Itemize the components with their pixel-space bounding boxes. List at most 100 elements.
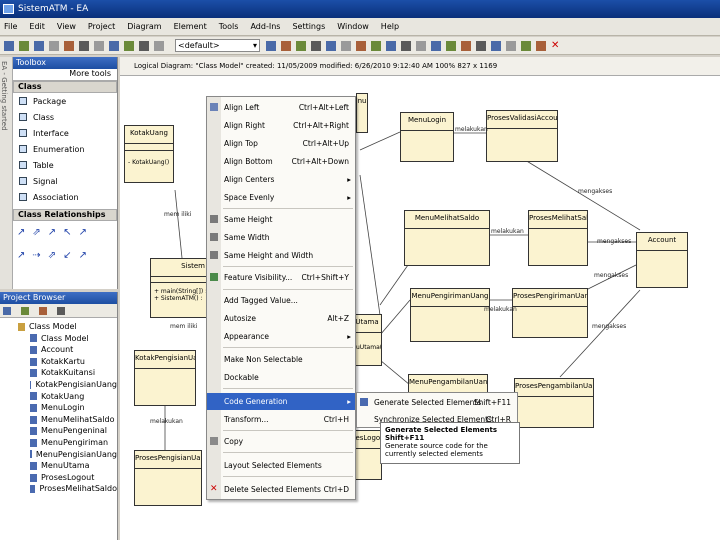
submenu-arrow-icon: ▸ (347, 175, 351, 184)
menu-item-align-right[interactable]: Align Right Ctrl+Alt+Right (207, 117, 355, 134)
delete-icon: ✕ (210, 484, 218, 494)
menu-separator (223, 289, 353, 290)
menu-item-dockable[interactable]: Dockable (207, 369, 355, 386)
menu-label: Same Height (224, 215, 273, 224)
same-height-icon (210, 215, 218, 223)
align-left-icon (210, 103, 218, 111)
class-name: ProsesValidasiAccount (487, 114, 557, 122)
class-proses-validasi-account[interactable]: ProsesValidasiAccount (486, 110, 558, 162)
menu-label: Make Non Selectable (224, 355, 303, 364)
menu-item-transform[interactable]: Transform... Ctrl+H (207, 411, 355, 428)
menu-label: Align Left (224, 103, 260, 112)
menu-item-align-bottom[interactable]: Align Bottom Ctrl+Alt+Down (207, 153, 355, 170)
menu-item-align-left[interactable]: Align Left Ctrl+Alt+Left (207, 99, 355, 116)
tooltip-text: Generate source code for the currently s… (385, 442, 488, 458)
menu-item-make-non-selectable[interactable]: Make Non Selectable (207, 351, 355, 368)
class-operation: + main(String[]) : (154, 288, 207, 295)
class-divider (637, 250, 687, 251)
class-name: Sistem (181, 262, 205, 270)
menu-item-align-centers[interactable]: Align Centers ▸ (207, 171, 355, 188)
tooltip-title-row: Generate Selected Elements Shift+F11 (385, 426, 515, 442)
class-proses-pengambilan-uang[interactable]: ProsesPengambilanUang (514, 378, 594, 428)
class-name: ProsesPengambilanUang (515, 382, 593, 390)
class-divider (513, 306, 587, 307)
class-sistem[interactable]: Sistem + main(String[]) : + SistemATM() … (150, 258, 208, 318)
class-name: MenuPengirimanUang (411, 292, 489, 300)
menu-item-copy[interactable]: Copy (207, 433, 355, 450)
menu-label: Space Evenly (224, 193, 275, 202)
menu-item-align-top[interactable]: Align Top Ctrl+Alt+Up (207, 135, 355, 152)
menu-shortcut: Ctrl+H (323, 415, 349, 424)
menu-item-same-height[interactable]: Same Height (207, 211, 355, 228)
class-kotak-uang[interactable]: KotakUang - KotakUang() (124, 125, 174, 183)
class-account[interactable]: Account (636, 232, 688, 288)
class-menu-utama[interactable]: Utama uUtama() (352, 314, 382, 366)
class-operation: - KotakUang() (128, 159, 170, 166)
submenu-arrow-icon: ▸ (347, 332, 351, 341)
menu-item-delete-selected[interactable]: ✕ Delete Selected Elements Ctrl+D (207, 481, 355, 498)
connector-label: mengakses (578, 188, 613, 195)
menu-label: Delete Selected Elements (224, 485, 321, 494)
menu-shortcut: Ctrl+Alt+Left (298, 103, 349, 112)
class-name: ProsesPengirimanUang (513, 292, 587, 300)
menu-item-space-evenly[interactable]: Space Evenly ▸ (207, 189, 355, 206)
class-operation: uUtama() (356, 344, 381, 351)
connector-label: melakukan (484, 306, 517, 313)
menu-item-code-generation[interactable]: Code Generation ▸ (207, 393, 355, 410)
class-menu-melihat-saldo[interactable]: MenuMelihatSaldo (404, 210, 490, 266)
menu-shortcut: Ctrl+Shift+Y (301, 273, 349, 282)
class-divider (353, 332, 381, 333)
menu-separator (223, 347, 353, 348)
menu-label: Same Height and Width (224, 251, 314, 260)
submenu-arrow-icon: ▸ (347, 193, 351, 202)
class-divider (125, 150, 173, 151)
menu-item-feature-visibility[interactable]: Feature Visibility... Ctrl+Shift+Y (207, 269, 355, 286)
class-divider (401, 130, 453, 131)
menu-label: Code Generation (224, 397, 288, 406)
menu-label: Appearance (224, 332, 270, 341)
class-name: MenuPengambilanUang (409, 378, 487, 386)
menu-label: Same Width (224, 233, 270, 242)
class-proses-pengiriman-uang[interactable]: ProsesPengirimanUang (512, 288, 588, 338)
class-name: Account (647, 236, 677, 244)
generate-icon (360, 398, 368, 406)
menu-label: Layout Selected Elements (224, 461, 322, 470)
class-kotak-pengisian-uang[interactable]: KotakPengisianUang (134, 350, 196, 406)
tooltip: Generate Selected Elements Shift+F11 Gen… (380, 422, 520, 464)
class-menu-pengambilan-uang[interactable]: MenuPengambilanUang (408, 374, 488, 394)
connector-label: mengakses (592, 323, 627, 330)
menu-label: Copy (224, 437, 244, 446)
class-menu-pengiriman-uang[interactable]: MenuPengirimanUang (410, 288, 490, 342)
class-partial[interactable]: nu (356, 93, 368, 133)
connector-label: melakukan (491, 228, 524, 235)
class-divider (135, 468, 201, 469)
visibility-icon (210, 273, 218, 281)
class-name: ProsesPengisianUang (135, 454, 201, 462)
menu-item-same-height-width[interactable]: Same Height and Width (207, 247, 355, 264)
class-divider (515, 396, 593, 397)
menu-item-add-tagged-value[interactable]: Add Tagged Value... (207, 292, 355, 309)
menu-separator (223, 388, 353, 389)
menu-separator (223, 452, 353, 453)
menu-separator (223, 208, 353, 209)
menu-label: Generate Selected Elements (374, 398, 482, 407)
menu-shortcut: Ctrl+D (323, 485, 349, 494)
menu-item-generate-selected[interactable]: Generate Selected Elements Shift+F11 (357, 394, 517, 411)
class-divider (125, 143, 173, 144)
menu-item-same-width[interactable]: Same Width (207, 229, 355, 246)
menu-label: Align Bottom (224, 157, 273, 166)
class-name: KotakPengisianUang (135, 354, 195, 362)
connector-label: melakukan (455, 126, 488, 133)
menu-label: Add Tagged Value... (224, 296, 298, 305)
menu-separator (223, 430, 353, 431)
same-size-icon (210, 251, 218, 259)
menu-item-layout-selected[interactable]: Layout Selected Elements (207, 457, 355, 474)
tooltip-title: Generate Selected Elements (385, 426, 498, 434)
menu-label: Transform... (224, 415, 269, 424)
menu-separator (223, 266, 353, 267)
class-menu-login[interactable]: MenuLogin (400, 112, 454, 162)
class-proses-melihat-saldo[interactable]: ProsesMelihatSaldo (528, 210, 588, 266)
menu-item-autosize[interactable]: Autosize Alt+Z (207, 310, 355, 327)
menu-item-appearance[interactable]: Appearance ▸ (207, 328, 355, 345)
class-proses-pengisian-uang[interactable]: ProsesPengisianUang (134, 450, 202, 506)
